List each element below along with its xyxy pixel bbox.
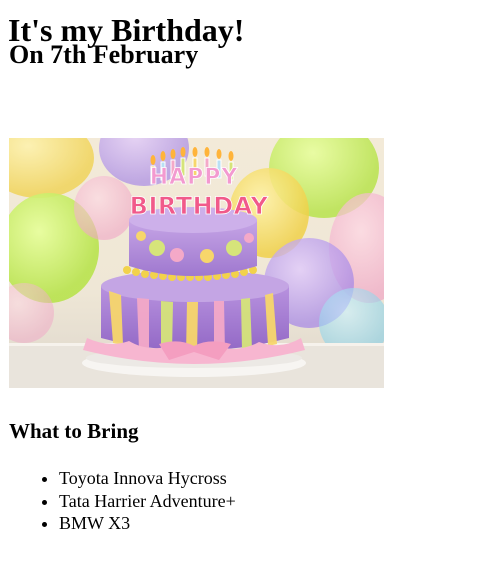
birthday-cake-image: HAPPY BIRTHDAY bbox=[9, 138, 384, 388]
cake-topper-birthday: BIRTHDAY bbox=[130, 192, 269, 220]
list-item: Toyota Innova Hycross bbox=[59, 467, 236, 490]
bring-list: Toyota Innova Hycross Tata Harrier Adven… bbox=[9, 467, 236, 535]
page-subtitle: On 7th February bbox=[9, 40, 199, 69]
list-item: Tata Harrier Adventure+ bbox=[59, 490, 236, 513]
section-title: What to Bring bbox=[9, 419, 139, 443]
cake-topper-happy: HAPPY bbox=[150, 165, 239, 190]
list-item: BMW X3 bbox=[59, 512, 236, 535]
page: It's my Birthday! On 7th February HAPPY … bbox=[0, 0, 477, 571]
